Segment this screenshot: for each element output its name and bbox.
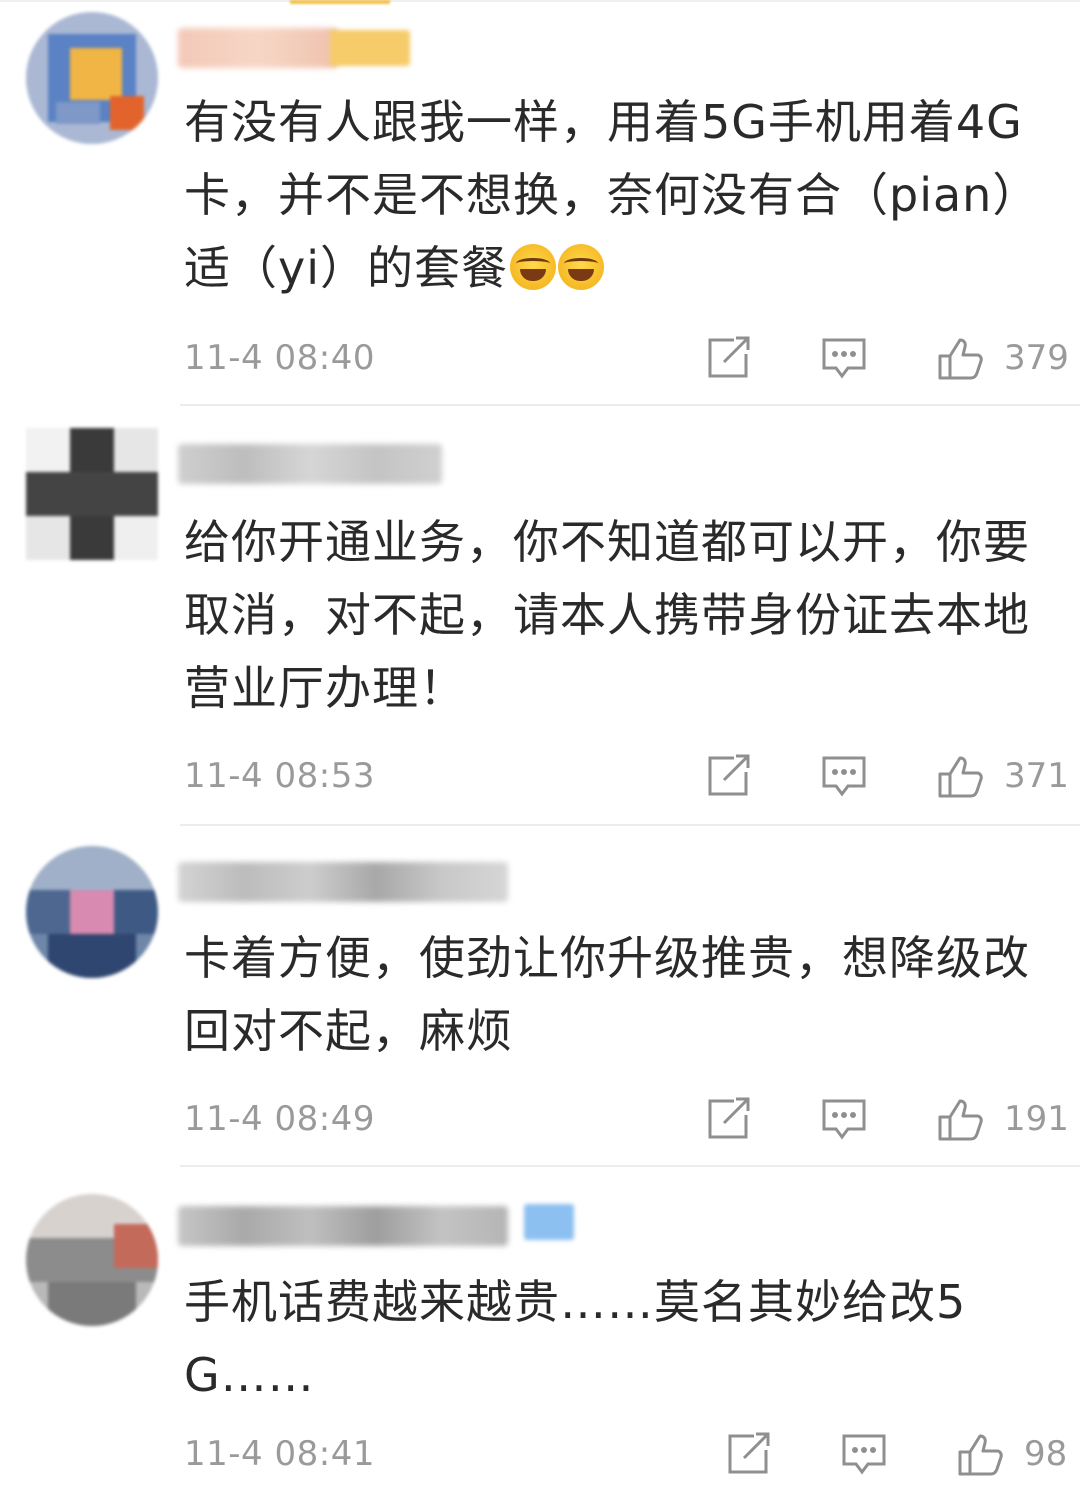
comment-meta: 11-4 08:41 98 xyxy=(184,1428,1067,1478)
like-count: 379 xyxy=(1004,338,1069,378)
comment-bubble-icon[interactable] xyxy=(820,1097,868,1141)
username-redacted[interactable] xyxy=(178,444,442,484)
thumbs-up-icon[interactable] xyxy=(936,754,984,798)
comment-meta: 11-4 08:53 371 xyxy=(184,750,1069,800)
like-count: 98 xyxy=(1024,1434,1068,1474)
comment-bubble-icon[interactable] xyxy=(820,754,868,798)
crying-laughing-emoji xyxy=(510,244,557,290)
comment-time: 11-4 08:41 xyxy=(184,1434,375,1474)
avatar[interactable] xyxy=(26,12,158,144)
username-redacted[interactable] xyxy=(178,28,338,68)
comment-meta: 11-4 08:40 379 xyxy=(184,332,1069,382)
avatar[interactable] xyxy=(26,846,158,978)
username-redacted[interactable] xyxy=(178,1206,508,1246)
comment-time: 11-4 08:53 xyxy=(184,756,375,796)
thumbs-up-icon[interactable] xyxy=(936,336,984,380)
comment-meta: 11-4 08:49 191 xyxy=(184,1093,1069,1143)
share-square-icon[interactable] xyxy=(704,336,752,380)
verified-badge xyxy=(524,1204,574,1240)
like-count: 191 xyxy=(1004,1099,1069,1139)
top-tab-indicator xyxy=(290,0,390,4)
share-square-icon[interactable] xyxy=(704,754,752,798)
comment-text: 卡着方便，使劲让你升级推贵，想降级改回对不起，麻烦 xyxy=(184,931,1030,1058)
share-square-icon[interactable] xyxy=(724,1432,772,1476)
comment-bubble-icon[interactable] xyxy=(820,336,868,380)
comment-divider xyxy=(180,404,1080,406)
avatar[interactable] xyxy=(26,428,158,560)
thumbs-up-icon[interactable] xyxy=(936,1097,984,1141)
like-count: 371 xyxy=(1004,756,1069,796)
comment-time: 11-4 08:49 xyxy=(184,1099,375,1139)
comment-divider xyxy=(180,824,1080,826)
member-badge xyxy=(330,30,410,66)
crying-laughing-emoji xyxy=(558,244,605,290)
comment-divider xyxy=(180,1165,1080,1167)
comment-text: 给你开通业务，你不知道都可以开，你要取消，对不起，请本人携带身份证去本地营业厅办… xyxy=(184,515,1030,715)
thumbs-up-icon[interactable] xyxy=(956,1432,1004,1476)
comment-bubble-icon[interactable] xyxy=(840,1432,888,1476)
share-square-icon[interactable] xyxy=(704,1097,752,1141)
username-redacted[interactable] xyxy=(178,862,508,902)
avatar[interactable] xyxy=(26,1194,158,1326)
comment-text: 有没有人跟我一样，用着5G手机用着4G卡，并不是不想换，奈何没有合（pian）适… xyxy=(184,95,1040,295)
top-divider xyxy=(0,0,1080,2)
comment-text: 手机话费越来越贵……莫名其妙给改5G…… xyxy=(184,1275,967,1402)
comment-time: 11-4 08:40 xyxy=(184,338,375,378)
